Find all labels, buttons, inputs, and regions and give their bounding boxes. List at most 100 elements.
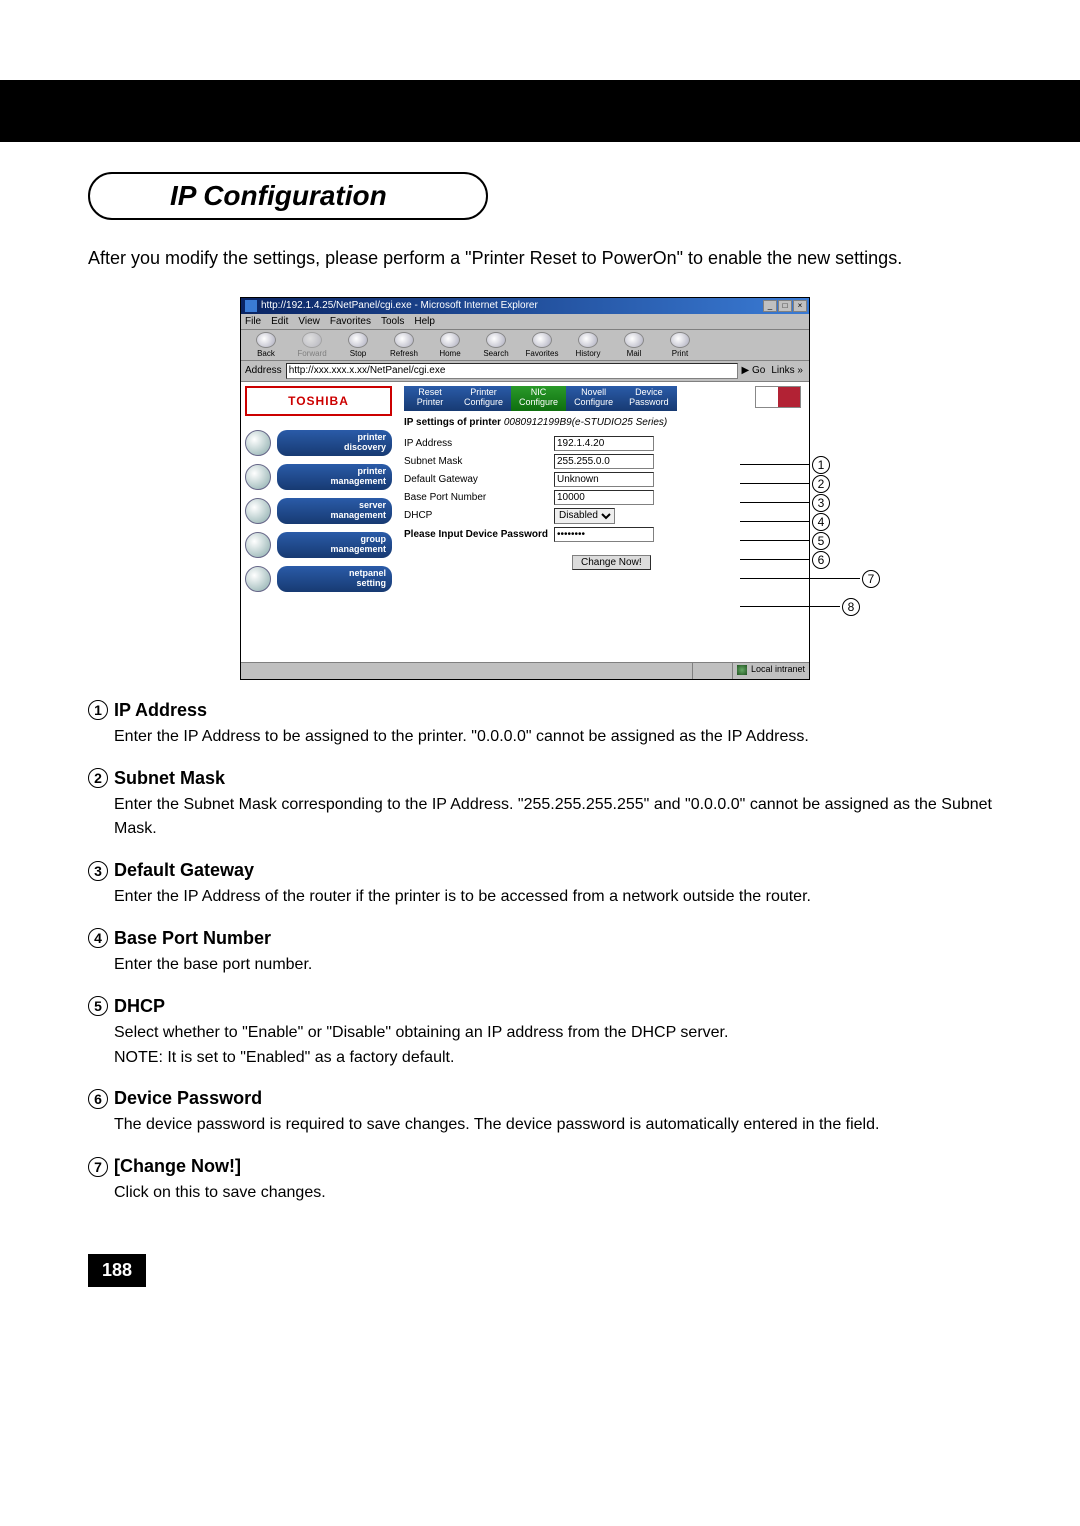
- definition-number: 5: [88, 996, 108, 1016]
- definition-number: 6: [88, 1089, 108, 1109]
- definition-body: Click on this to save changes.: [88, 1181, 992, 1206]
- callout-7: 7: [740, 570, 880, 588]
- back-icon: [256, 332, 276, 348]
- definitions-list: 1IP AddressEnter the IP Address to be as…: [88, 700, 992, 1206]
- printer-id: 0080912199B9(e-STUDIO25 Series): [504, 417, 667, 428]
- nav-icon: [245, 498, 271, 524]
- mail-icon: [624, 332, 644, 348]
- header-black-bar: [0, 80, 1080, 142]
- tab-device-password[interactable]: DevicePassword: [621, 386, 677, 411]
- toolbar-print-button[interactable]: Print: [659, 332, 701, 358]
- input-subnet-mask[interactable]: [554, 454, 654, 469]
- definition-1: 1IP AddressEnter the IP Address to be as…: [88, 700, 992, 750]
- menu-help[interactable]: Help: [414, 316, 435, 327]
- definition-7: 7[Change Now!]Click on this to save chan…: [88, 1156, 992, 1206]
- screenshot-figure: http://192.1.4.25/NetPanel/cgi.exe - Mic…: [240, 297, 840, 680]
- callout-annotations: 12345678: [740, 456, 880, 617]
- menu-bar: File Edit View Favorites Tools Help: [241, 314, 809, 330]
- callout-2: 2: [740, 475, 880, 493]
- address-label: Address: [245, 365, 282, 376]
- input-default-gateway[interactable]: [554, 472, 654, 487]
- definition-body: Enter the base port number.: [88, 953, 992, 978]
- tab-nic-configure[interactable]: NICConfigure: [511, 386, 566, 411]
- go-button[interactable]: ▶ Go: [742, 365, 766, 376]
- sidebar-item-printer-management[interactable]: printermanagement: [245, 464, 392, 490]
- label-base-port: Base Port Number: [404, 492, 554, 503]
- netpanel-tabrow: ResetPrinterPrinterConfigureNICConfigure…: [404, 386, 801, 411]
- intro-paragraph: After you modify the settings, please pe…: [88, 244, 992, 273]
- select-dhcp[interactable]: Disabled: [554, 508, 615, 524]
- toolbar-history-button[interactable]: History: [567, 332, 609, 358]
- toolbar-home-button[interactable]: Home: [429, 332, 471, 358]
- change-now-button[interactable]: Change Now!: [572, 555, 651, 570]
- address-bar: Address ▶ Go Links »: [241, 361, 809, 382]
- callout-4: 4: [740, 513, 880, 531]
- sidebar-item-group-management[interactable]: groupmanagement: [245, 532, 392, 558]
- ie-icon: [245, 300, 257, 312]
- print-icon: [670, 332, 690, 348]
- nav-icon: [245, 566, 271, 592]
- input-device-password[interactable]: [554, 527, 654, 542]
- definition-body: The device password is required to save …: [88, 1113, 992, 1138]
- toolbar-favorites-button[interactable]: Favorites: [521, 332, 563, 358]
- input-ip-address[interactable]: [554, 436, 654, 451]
- menu-edit[interactable]: Edit: [271, 316, 288, 327]
- sidebar-item-server-management[interactable]: servermanagement: [245, 498, 392, 524]
- definition-body: Enter the Subnet Mask corresponding to t…: [88, 793, 992, 843]
- toolbar-refresh-button[interactable]: Refresh: [383, 332, 425, 358]
- tab-printer-configure[interactable]: PrinterConfigure: [456, 386, 511, 411]
- definition-title: DHCP: [114, 996, 165, 1017]
- ie-window: http://192.1.4.25/NetPanel/cgi.exe - Mic…: [240, 297, 810, 680]
- home-icon: [440, 332, 460, 348]
- netpanel-sidebar: TOSHIBA printerdiscoveryprintermanagemen…: [241, 382, 396, 662]
- definition-number: 4: [88, 928, 108, 948]
- menu-tools[interactable]: Tools: [381, 316, 404, 327]
- definition-title: Subnet Mask: [114, 768, 225, 789]
- definition-body: Enter the IP Address of the router if th…: [88, 885, 992, 910]
- sidebar-item-netpanel-setting[interactable]: netpanelsetting: [245, 566, 392, 592]
- toolbar-search-button[interactable]: Search: [475, 332, 517, 358]
- language-flag-icon[interactable]: [755, 386, 801, 408]
- links-button[interactable]: Links »: [769, 365, 805, 376]
- definition-title: Device Password: [114, 1088, 262, 1109]
- history-icon: [578, 332, 598, 348]
- label-dhcp: DHCP: [404, 510, 554, 521]
- forward-icon: [302, 332, 322, 348]
- menu-view[interactable]: View: [298, 316, 320, 327]
- maximize-button[interactable]: □: [778, 300, 792, 312]
- refresh-icon: [394, 332, 414, 348]
- definition-2: 2 Subnet Mask Enter the Subnet Mask corres…: [88, 768, 992, 843]
- sidebar-item-printer-discovery[interactable]: printerdiscovery: [245, 430, 392, 456]
- label-ip-address: IP Address: [404, 438, 554, 449]
- row-ip-address: IP Address: [404, 436, 801, 451]
- definition-number: 3: [88, 861, 108, 881]
- definition-body: Enter the IP Address to be assigned to t…: [88, 725, 992, 750]
- tab-reset-printer[interactable]: ResetPrinter: [404, 386, 456, 411]
- callout-5: 5: [740, 532, 880, 550]
- menu-favorites[interactable]: Favorites: [330, 316, 371, 327]
- nav-icon: [245, 430, 271, 456]
- definition-number: 1: [88, 700, 108, 720]
- toolbar-mail-button[interactable]: Mail: [613, 332, 655, 358]
- definition-number: 2: [88, 768, 108, 788]
- stop-icon: [348, 332, 368, 348]
- section-title: IP Configuration: [170, 180, 387, 211]
- toolbar-stop-button[interactable]: Stop: [337, 332, 379, 358]
- minimize-button[interactable]: _: [763, 300, 777, 312]
- label-device-password: Please Input Device Password: [404, 529, 554, 540]
- callout-8: 8: [740, 598, 880, 616]
- window-titlebar: http://192.1.4.25/NetPanel/cgi.exe - Mic…: [241, 298, 809, 314]
- callout-1: 1: [740, 456, 880, 474]
- address-input[interactable]: [286, 363, 738, 379]
- close-button[interactable]: ×: [793, 300, 807, 312]
- callout-3: 3: [740, 494, 880, 512]
- definition-6: 6 Device Password The device password is r…: [88, 1088, 992, 1138]
- toolbar-forward-button: Forward: [291, 332, 333, 358]
- search-icon: [486, 332, 506, 348]
- definition-title: [Change Now!]: [114, 1156, 241, 1177]
- input-base-port[interactable]: [554, 490, 654, 505]
- ip-settings-heading: IP settings of printer 0080912199B9(e-ST…: [404, 417, 801, 428]
- tab-novell-configure[interactable]: NovellConfigure: [566, 386, 621, 411]
- toolbar-back-button[interactable]: Back: [245, 332, 287, 358]
- menu-file[interactable]: File: [245, 316, 261, 327]
